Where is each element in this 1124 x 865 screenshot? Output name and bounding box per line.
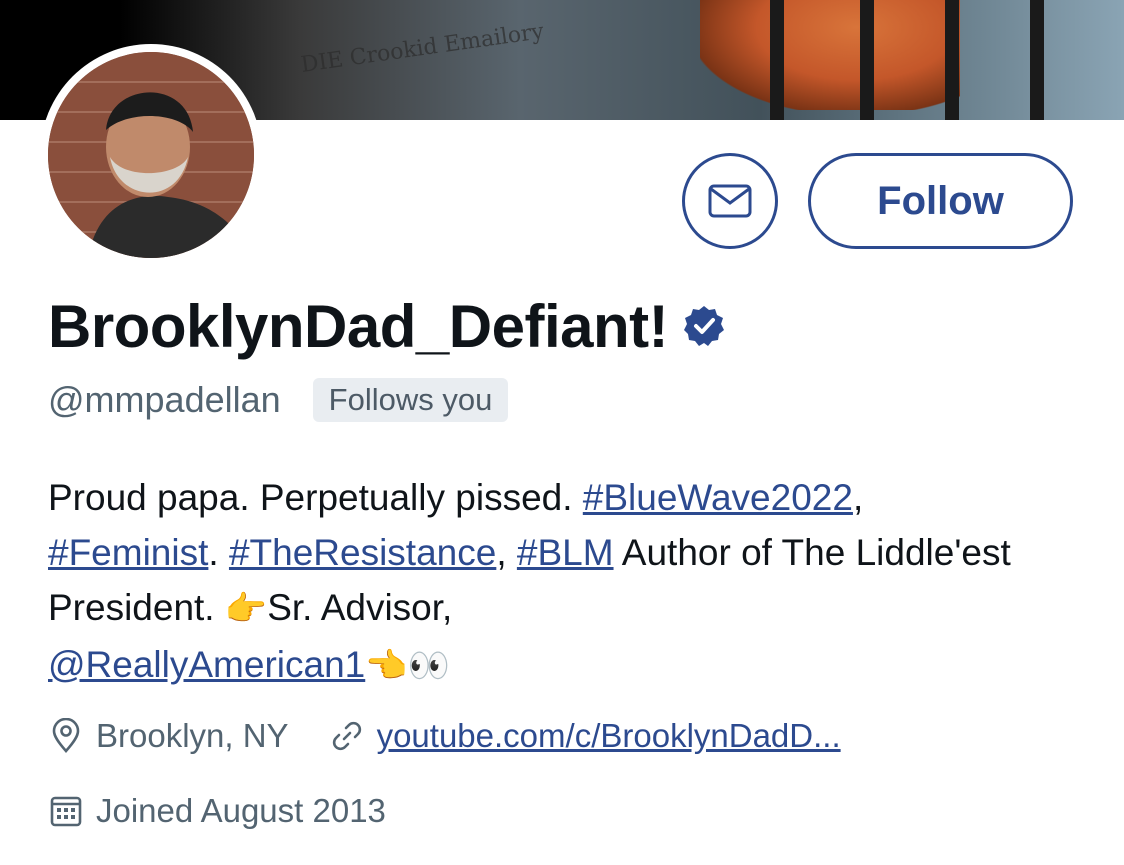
joined-date: Joined August 2013	[96, 792, 386, 829]
bio-text: ,	[496, 532, 517, 573]
location-text: Brooklyn, NY	[96, 717, 289, 754]
message-button[interactable]	[682, 153, 778, 249]
hashtag-link[interactable]: #BlueWave2022	[583, 477, 853, 518]
profile-bio: Proud papa. Perpetually pissed. #BlueWav…	[48, 470, 1088, 694]
banner-bar	[945, 0, 959, 120]
bio-text: Sr. Advisor,	[267, 587, 453, 628]
avatar[interactable]	[48, 52, 254, 258]
bio-text: .	[208, 532, 229, 573]
calendar-icon	[50, 796, 82, 827]
display-name-row: BrooklynDad_Defiant!	[48, 290, 726, 362]
link-icon	[332, 721, 361, 751]
banner-cartoon-figure	[700, 0, 960, 110]
verified-badge-icon[interactable]	[682, 304, 726, 348]
user-handle: @mmpadellan	[48, 379, 281, 420]
pointing-left-emoji: 👈	[365, 647, 408, 685]
pointing-right-emoji: 👉	[224, 590, 268, 628]
handle-row: @mmpadellan Follows you	[48, 376, 509, 424]
banner-bar	[1030, 0, 1044, 120]
follow-button[interactable]: Follow	[808, 153, 1073, 249]
profile-meta-row: Brooklyn, NY youtube.com/c/BrooklynDadD.…	[48, 712, 841, 760]
banner-bar	[770, 0, 784, 120]
banner-bar	[860, 0, 874, 120]
envelope-icon	[708, 184, 752, 218]
mention-link[interactable]: @ReallyAmerican1	[48, 644, 365, 685]
hashtag-link[interactable]: #BLM	[517, 532, 614, 573]
bio-text: Proud papa. Perpetually pissed.	[48, 477, 583, 518]
avatar-photo	[48, 52, 254, 258]
location-pin-icon	[52, 718, 80, 753]
website-link[interactable]: youtube.com/c/BrooklynDadD...	[377, 717, 841, 755]
profile-meta-row: Joined August 2013	[48, 787, 386, 835]
hashtag-link[interactable]: #TheResistance	[229, 532, 496, 573]
hashtag-link[interactable]: #Feminist	[48, 532, 208, 573]
eyes-emoji: 👀	[407, 647, 450, 685]
banner-cartoon-text: DIE Crookid Emailory	[299, 19, 546, 78]
bio-text: ,	[852, 477, 864, 518]
follows-you-badge: Follows you	[312, 378, 509, 422]
display-name: BrooklynDad_Defiant!	[48, 292, 669, 360]
